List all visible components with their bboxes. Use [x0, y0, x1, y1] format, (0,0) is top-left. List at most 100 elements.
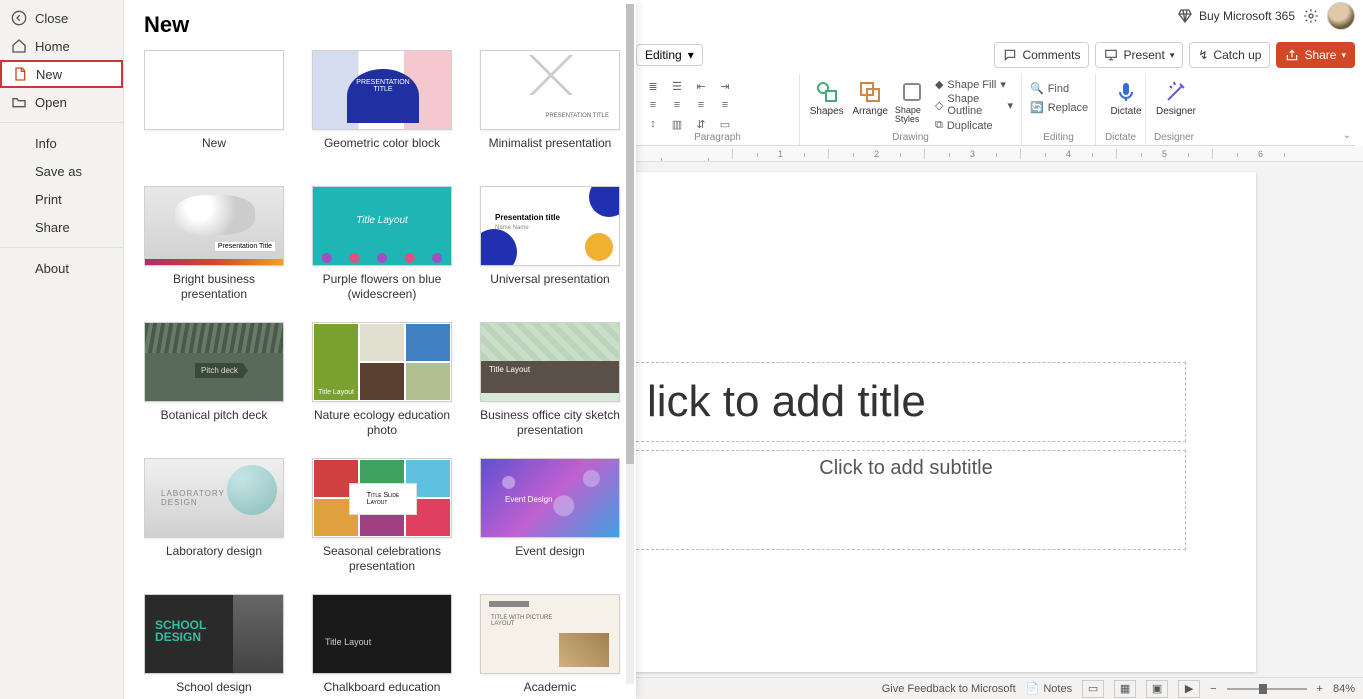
template-item[interactable]: Event design [480, 458, 620, 574]
notes-icon: 📄 [1026, 682, 1040, 695]
template-item[interactable]: Minimalist presentation [480, 50, 620, 166]
fill-icon: ◆ [935, 78, 943, 91]
template-item[interactable]: New [144, 50, 284, 166]
template-item[interactable]: Title SlideLayoutSeasonal celebrations p… [312, 458, 452, 574]
template-thumbnail [144, 458, 284, 538]
convert-smartart-button[interactable]: ▭ [716, 116, 734, 132]
template-label: Seasonal celebrations presentation [312, 544, 452, 574]
arrange-button[interactable]: Arrange [851, 78, 888, 117]
text-direction-button[interactable]: ⇵ [692, 116, 710, 132]
designer-group-label: Designer [1146, 132, 1202, 143]
template-item[interactable]: Geometric color block [312, 50, 452, 166]
dictate-button[interactable]: Dictate [1104, 78, 1148, 117]
editing-mode-dropdown[interactable]: Editing ▾ [636, 44, 703, 66]
template-item[interactable]: Botanical pitch deck [144, 322, 284, 438]
nav-open[interactable]: Open [0, 88, 123, 116]
template-item[interactable]: Purple flowers on blue (widescreen) [312, 186, 452, 302]
comment-icon [1003, 48, 1017, 62]
mic-icon [1114, 80, 1138, 104]
shape-fill-button[interactable]: ◆Shape Fill▾ [935, 78, 1013, 91]
template-label: New [202, 136, 226, 166]
normal-view-button[interactable]: ▭ [1082, 680, 1104, 698]
buy-microsoft-365[interactable]: Buy Microsoft 365 [1177, 8, 1295, 24]
editing-group-label: Editing [1022, 132, 1095, 143]
align-center-button[interactable]: ≡ [668, 97, 686, 113]
template-item[interactable]: Business office city sketch presentation [480, 322, 620, 438]
user-avatar[interactable] [1327, 2, 1355, 30]
nav-print[interactable]: Print [0, 185, 123, 213]
template-thumbnail [144, 50, 284, 130]
status-bar: Give Feedback to Microsoft 📄 Notes ▭ ▦ ▣… [636, 677, 1363, 699]
comments-button[interactable]: Comments [994, 42, 1089, 68]
template-thumbnail [144, 186, 284, 266]
template-label: Event design [515, 544, 584, 574]
find-button[interactable]: 🔍Find [1030, 82, 1087, 95]
zoom-out-button[interactable]: − [1210, 683, 1216, 695]
subtitle-placeholder[interactable]: Click to add subtitle [636, 450, 1186, 550]
template-item[interactable]: Academic [480, 594, 620, 699]
template-item[interactable]: Chalkboard education [312, 594, 452, 699]
feedback-link[interactable]: Give Feedback to Microsoft [882, 683, 1016, 695]
nav-info[interactable]: Info [0, 129, 123, 157]
panel-scrollbar[interactable] [626, 4, 634, 684]
paragraph-group-label: Paragraph [636, 132, 799, 143]
shape-outline-button[interactable]: ◇Shape Outline▾ [935, 93, 1013, 117]
nav-about[interactable]: About [0, 254, 123, 282]
notes-button[interactable]: 📄 Notes [1026, 682, 1072, 695]
template-thumbnail [480, 322, 620, 402]
increase-indent-button[interactable]: ⇥ [716, 78, 734, 94]
reading-view-button[interactable]: ▣ [1146, 680, 1168, 698]
decrease-indent-button[interactable]: ⇤ [692, 78, 710, 94]
template-label: School design [176, 680, 251, 699]
shape-styles-button[interactable]: Shape Styles [895, 78, 929, 124]
present-button[interactable]: Present ▾ [1095, 42, 1183, 68]
template-thumbnail [312, 594, 452, 674]
columns-button[interactable]: ▥ [668, 116, 686, 132]
designer-button[interactable]: Designer [1154, 78, 1198, 117]
slideshow-view-button[interactable]: ▶ [1178, 680, 1200, 698]
align-right-button[interactable]: ≡ [692, 97, 710, 113]
catchup-icon: ↯ [1198, 48, 1208, 62]
template-item[interactable]: Bright business presentation [144, 186, 284, 302]
template-item[interactable]: Presentation titleName NameUniversal pre… [480, 186, 620, 302]
ruler-tick: 4 [1020, 149, 1116, 159]
settings-icon[interactable] [1303, 8, 1319, 24]
template-label: Nature ecology education photo [312, 408, 452, 438]
ribbon-expand-icon[interactable]: ⌄ [1343, 130, 1351, 141]
file-new-panel: Close Home New Open Info Save as Print S… [0, 0, 636, 699]
align-left-button[interactable]: ≡ [644, 97, 662, 113]
template-thumbnail [480, 50, 620, 130]
share-button[interactable]: Share ▾ [1276, 42, 1355, 68]
line-spacing-button[interactable]: ↕ [644, 116, 662, 132]
nav-save-as[interactable]: Save as [0, 157, 123, 185]
search-icon: 🔍 [1030, 82, 1044, 95]
numbering-button[interactable]: ☰ [668, 78, 686, 94]
title-placeholder[interactable]: lick to add title [636, 362, 1186, 442]
bullets-button[interactable]: ≣ [644, 78, 662, 94]
template-thumbnail [480, 458, 620, 538]
zoom-slider[interactable] [1227, 688, 1307, 690]
template-item[interactable]: Title LayoutNature ecology education pho… [312, 322, 452, 438]
sorter-view-button[interactable]: ▦ [1114, 680, 1136, 698]
template-item[interactable]: Laboratory design [144, 458, 284, 574]
premium-icon [1177, 8, 1193, 24]
ruler-tick: 1 [732, 149, 828, 159]
nav-new[interactable]: New [0, 60, 123, 88]
nav-share[interactable]: Share [0, 213, 123, 241]
zoom-in-button[interactable]: + [1317, 683, 1323, 695]
template-label: Academic [524, 680, 577, 699]
template-thumbnail: Presentation titleName Name [480, 186, 620, 266]
shapes-button[interactable]: Shapes [808, 78, 845, 117]
ribbon: ≣ ≡ ↕ ☰ ≡ ▥ ⇤ ≡ ⇵ ⇥ ≡ ▭ Paragraph [636, 74, 1355, 146]
slide[interactable]: lick to add title Click to add subtitle [636, 172, 1256, 672]
zoom-level[interactable]: 84% [1333, 683, 1355, 695]
ruler-tick: 5 [1116, 149, 1212, 159]
justify-button[interactable]: ≡ [716, 97, 734, 113]
replace-button[interactable]: 🔄Replace [1030, 101, 1087, 114]
template-item[interactable]: School design [144, 594, 284, 699]
catchup-button[interactable]: ↯ Catch up [1189, 42, 1270, 68]
duplicate-button[interactable]: ⧉Duplicate [935, 119, 1013, 132]
nav-home[interactable]: Home [0, 32, 123, 60]
nav-close[interactable]: Close [0, 4, 123, 32]
scrollbar-thumb[interactable] [626, 4, 634, 464]
